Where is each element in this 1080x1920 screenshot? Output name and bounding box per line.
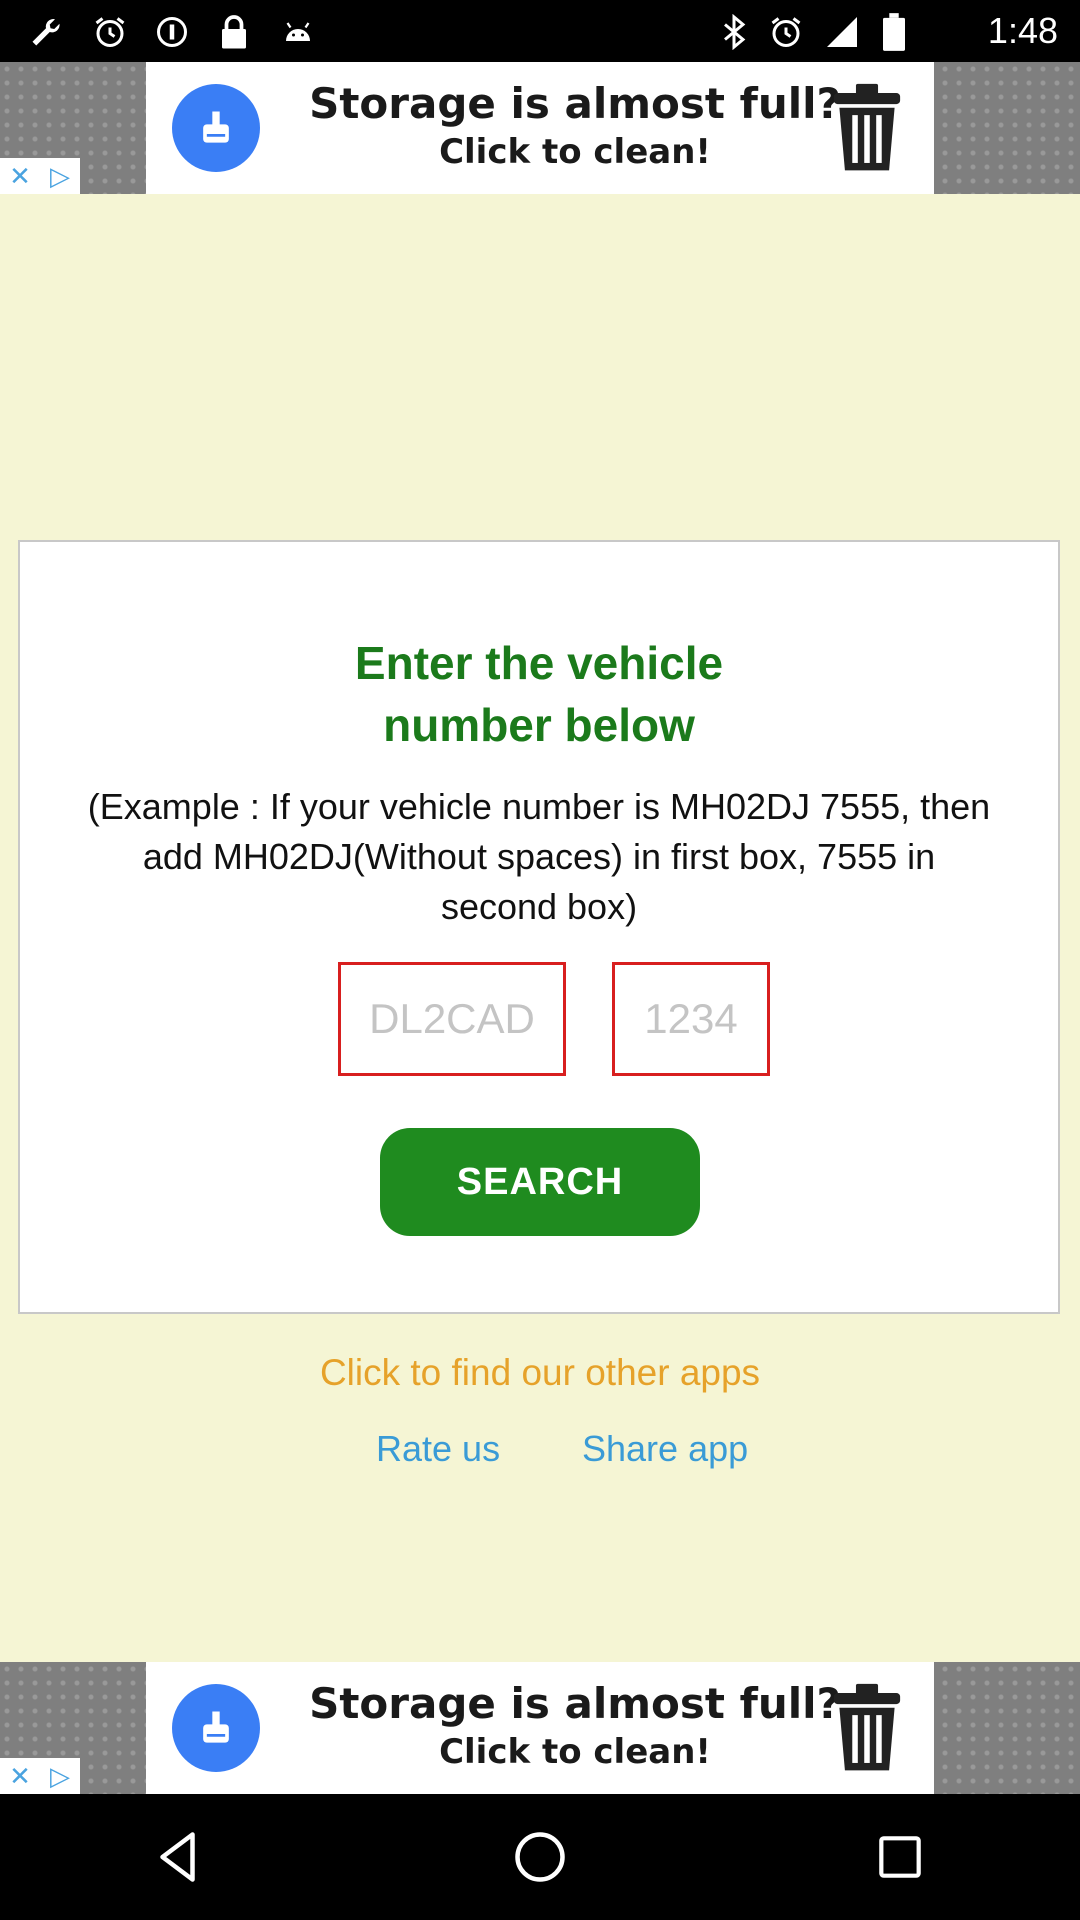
cleaner-icon bbox=[172, 84, 260, 172]
alarm-icon bbox=[766, 12, 806, 52]
alarm-icon bbox=[90, 12, 130, 52]
vehicle-digits-input[interactable] bbox=[612, 962, 770, 1076]
ad-text: Storage is almost full? Click to clean! bbox=[296, 78, 854, 174]
recents-icon[interactable] bbox=[840, 1797, 960, 1917]
close-icon[interactable]: ✕ bbox=[0, 158, 40, 194]
rate-us-link[interactable]: Rate us bbox=[376, 1428, 500, 1470]
other-apps-link[interactable]: Click to find our other apps bbox=[0, 1352, 1080, 1394]
signal-icon bbox=[822, 12, 862, 52]
wrench-icon bbox=[26, 12, 66, 52]
battery-icon bbox=[874, 12, 914, 52]
bluetooth-icon bbox=[714, 12, 754, 52]
trash-icon bbox=[833, 1683, 901, 1771]
search-button[interactable]: SEARCH bbox=[380, 1128, 700, 1236]
top-ad-banner[interactable]: Storage is almost full? Click to clean! … bbox=[0, 62, 1080, 194]
back-icon[interactable] bbox=[120, 1797, 240, 1917]
ad-subline: Click to clean! bbox=[439, 1732, 711, 1772]
lock-icon bbox=[214, 12, 254, 52]
ad-controls: ✕ ▷ bbox=[0, 1758, 80, 1794]
ad-headline: Storage is almost full? bbox=[309, 79, 841, 128]
ad-controls: ✕ ▷ bbox=[0, 158, 80, 194]
adchoices-icon[interactable]: ▷ bbox=[40, 1758, 80, 1794]
adchoices-icon[interactable]: ▷ bbox=[40, 158, 80, 194]
cleaner-icon bbox=[172, 1684, 260, 1772]
vehicle-code-input[interactable] bbox=[338, 962, 566, 1076]
instructions-text: (Example : If your vehicle number is MH0… bbox=[87, 786, 991, 927]
status-time: 1:48 bbox=[987, 10, 1058, 51]
ad-text: Storage is almost full? Click to clean! bbox=[296, 1678, 854, 1774]
status-bar: 1:48 bbox=[0, 0, 1080, 62]
navigation-bar bbox=[0, 1794, 1080, 1920]
close-icon[interactable]: ✕ bbox=[0, 1758, 40, 1794]
trash-icon bbox=[833, 83, 901, 171]
ad-subline: Click to clean! bbox=[439, 132, 711, 172]
page-title: Enter the vehicle number below bbox=[354, 637, 724, 751]
home-icon[interactable] bbox=[480, 1797, 600, 1917]
share-app-link[interactable]: Share app bbox=[582, 1428, 748, 1470]
android-icon bbox=[278, 12, 318, 52]
ad-content[interactable]: Storage is almost full? Click to clean! bbox=[146, 62, 934, 194]
data-saver-icon bbox=[152, 12, 192, 52]
ad-content[interactable]: Storage is almost full? Click to clean! bbox=[146, 1662, 934, 1794]
bottom-ad-banner[interactable]: Storage is almost full? Click to clean! … bbox=[0, 1662, 1080, 1794]
vehicle-search-card: Enter the vehicle number below (Example … bbox=[18, 540, 1060, 1314]
ad-headline: Storage is almost full? bbox=[309, 1679, 841, 1728]
